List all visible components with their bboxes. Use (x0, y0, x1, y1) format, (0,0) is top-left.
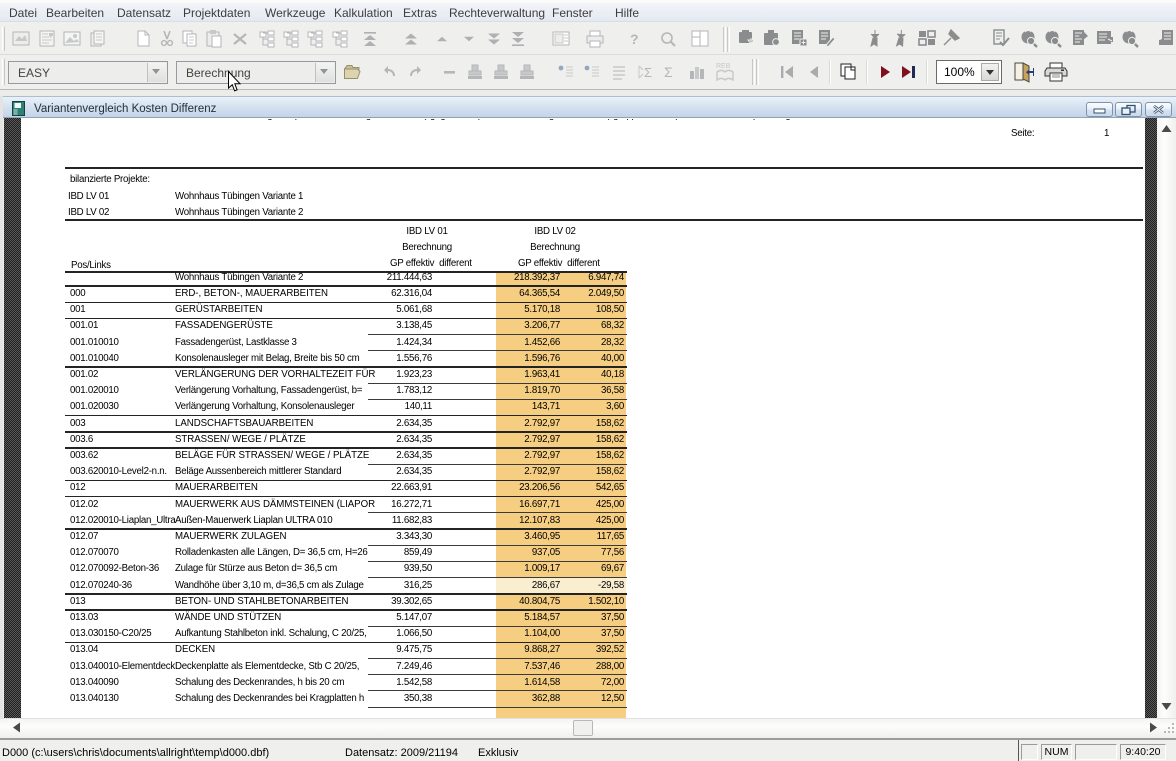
svg-text:Σ: Σ (644, 65, 652, 80)
svg-text:REB: REB (716, 63, 731, 70)
